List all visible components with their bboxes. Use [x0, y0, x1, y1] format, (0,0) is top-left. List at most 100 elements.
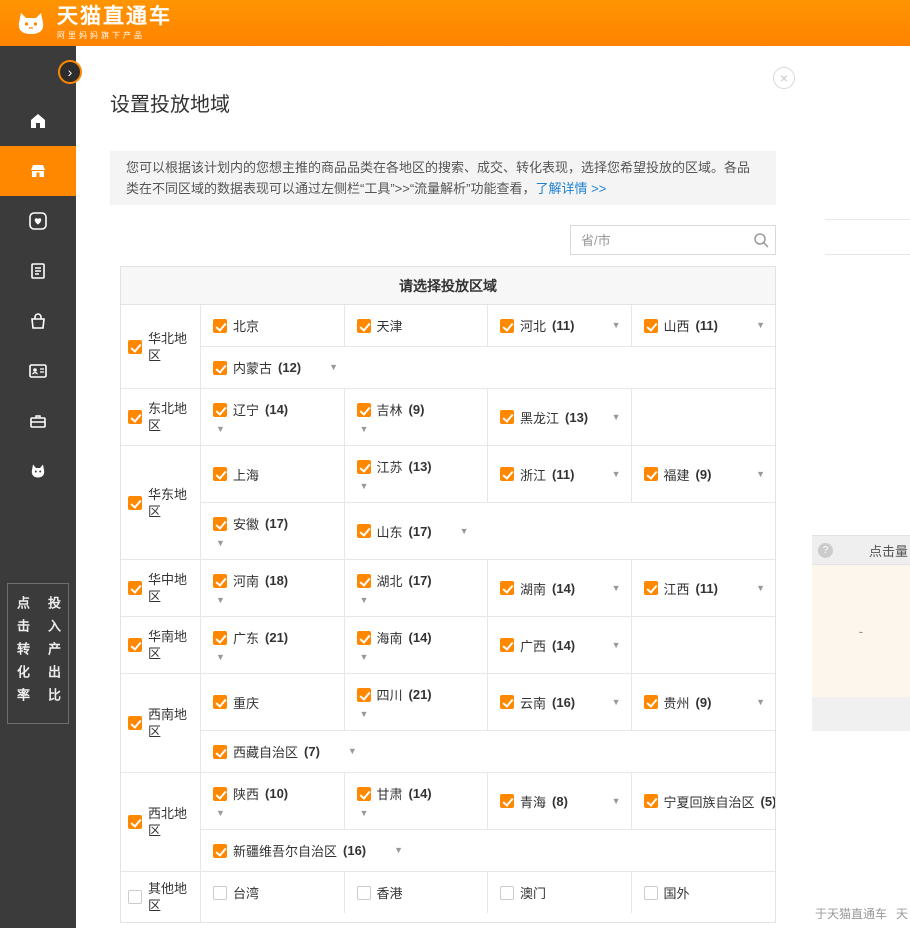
sidebar-item-shop[interactable]	[0, 296, 76, 346]
dropdown-arrow-icon[interactable]: ▼	[360, 653, 369, 662]
province-label[interactable]: 四川	[377, 685, 403, 704]
dropdown-arrow-icon[interactable]: ▼	[460, 527, 469, 536]
dropdown-arrow-icon[interactable]: ▼	[360, 596, 369, 605]
checkbox[interactable]	[213, 886, 227, 900]
region-label[interactable]: 其他地区	[148, 880, 196, 914]
dropdown-arrow-icon[interactable]: ▼	[606, 321, 621, 330]
checkbox[interactable]	[213, 467, 227, 481]
province-label[interactable]: 吉林	[377, 400, 403, 419]
dropdown-arrow-icon[interactable]: ▼	[606, 797, 621, 806]
checkbox[interactable]	[213, 745, 227, 759]
checkbox[interactable]	[213, 844, 227, 858]
checkbox[interactable]	[357, 403, 371, 417]
checkbox[interactable]	[644, 319, 658, 333]
province-label[interactable]: 西藏自治区	[233, 742, 298, 761]
province-label[interactable]: 安徽	[233, 514, 259, 533]
checkbox[interactable]	[357, 460, 371, 474]
province-label[interactable]: 湖南	[520, 579, 546, 598]
checkbox[interactable]	[500, 319, 514, 333]
sidebar-item-home[interactable]	[0, 96, 76, 146]
checkbox[interactable]	[213, 574, 227, 588]
province-label[interactable]: 海南	[377, 628, 403, 647]
province-label[interactable]: 贵州	[664, 693, 690, 712]
checkbox[interactable]	[128, 890, 142, 904]
checkbox[interactable]	[357, 631, 371, 645]
province-label[interactable]: 新疆维吾尔自治区	[233, 841, 337, 860]
dropdown-arrow-icon[interactable]: ▼	[606, 413, 621, 422]
region-label[interactable]: 西南地区	[148, 706, 196, 740]
province-label[interactable]: 浙江	[520, 465, 546, 484]
dropdown-arrow-icon[interactable]: ▼	[360, 482, 369, 491]
province-label[interactable]: 云南	[520, 693, 546, 712]
dropdown-arrow-icon[interactable]: ▼	[216, 596, 225, 605]
checkbox[interactable]	[644, 886, 658, 900]
checkbox[interactable]	[500, 638, 514, 652]
checkbox[interactable]	[644, 794, 658, 808]
region-label[interactable]: 东北地区	[148, 400, 196, 434]
province-label[interactable]: 江西	[664, 579, 690, 598]
province-label[interactable]: 甘肃	[377, 784, 403, 803]
province-label[interactable]: 山东	[377, 522, 403, 541]
province-label[interactable]: 湖北	[377, 571, 403, 590]
region-label[interactable]: 华北地区	[148, 330, 196, 364]
checkbox[interactable]	[500, 581, 514, 595]
checkbox[interactable]	[500, 794, 514, 808]
sidebar-item-reports[interactable]	[0, 246, 76, 296]
learn-more-link[interactable]: 了解详情 >>	[536, 181, 607, 196]
province-label[interactable]: 重庆	[233, 693, 259, 712]
checkbox[interactable]	[213, 695, 227, 709]
region-label[interactable]: 西北地区	[148, 805, 196, 839]
sidebar-item-tmall[interactable]	[0, 446, 76, 496]
search-icon[interactable]	[753, 232, 769, 248]
dropdown-arrow-icon[interactable]: ▼	[606, 698, 621, 707]
checkbox[interactable]	[128, 340, 142, 354]
sidebar-item-campaigns[interactable]	[0, 146, 76, 196]
dropdown-arrow-icon[interactable]: ▼	[394, 846, 403, 855]
checkbox[interactable]	[128, 815, 142, 829]
dropdown-arrow-icon[interactable]: ▼	[606, 641, 621, 650]
region-label[interactable]: 华东地区	[148, 486, 196, 520]
province-label[interactable]: 香港	[377, 883, 403, 902]
checkbox[interactable]	[357, 574, 371, 588]
checkbox[interactable]	[644, 467, 658, 481]
checkbox[interactable]	[357, 886, 371, 900]
checkbox[interactable]	[357, 787, 371, 801]
dropdown-arrow-icon[interactable]: ▼	[216, 539, 225, 548]
checkbox[interactable]	[128, 496, 142, 510]
dropdown-arrow-icon[interactable]: ▼	[360, 710, 369, 719]
province-label[interactable]: 上海	[233, 465, 259, 484]
dropdown-arrow-icon[interactable]: ▼	[216, 425, 225, 434]
dropdown-arrow-icon[interactable]: ▼	[216, 653, 225, 662]
dropdown-arrow-icon[interactable]: ▼	[606, 584, 621, 593]
province-label[interactable]: 天津	[377, 316, 403, 335]
province-label[interactable]: 山西	[664, 316, 690, 335]
province-label[interactable]: 辽宁	[233, 400, 259, 419]
dropdown-arrow-icon[interactable]: ▼	[348, 747, 357, 756]
dropdown-arrow-icon[interactable]: ▼	[750, 698, 765, 707]
province-label[interactable]: 黑龙江	[520, 408, 559, 427]
province-label[interactable]: 宁夏回族自治区	[664, 792, 755, 811]
help-icon[interactable]: ?	[818, 543, 833, 558]
checkbox[interactable]	[213, 319, 227, 333]
sidebar-toggle-button[interactable]: ›	[58, 60, 82, 84]
province-label[interactable]: 福建	[664, 465, 690, 484]
province-label[interactable]: 河北	[520, 316, 546, 335]
province-label[interactable]: 台湾	[233, 883, 259, 902]
region-label[interactable]: 华中地区	[148, 571, 196, 605]
province-label[interactable]: 青海	[520, 792, 546, 811]
checkbox[interactable]	[128, 581, 142, 595]
province-label[interactable]: 广东	[233, 628, 259, 647]
checkbox[interactable]	[500, 467, 514, 481]
dropdown-arrow-icon[interactable]: ▼	[360, 425, 369, 434]
logo[interactable]: 天猫直通车 阿里妈妈旗下产品	[14, 6, 172, 41]
region-label[interactable]: 华南地区	[148, 628, 196, 662]
dropdown-arrow-icon[interactable]: ▼	[329, 363, 338, 372]
province-label[interactable]: 内蒙古	[233, 358, 272, 377]
checkbox[interactable]	[500, 886, 514, 900]
dropdown-arrow-icon[interactable]: ▼	[360, 809, 369, 818]
checkbox[interactable]	[213, 361, 227, 375]
checkbox[interactable]	[644, 581, 658, 595]
checkbox[interactable]	[500, 695, 514, 709]
checkbox[interactable]	[500, 410, 514, 424]
checkbox[interactable]	[357, 688, 371, 702]
